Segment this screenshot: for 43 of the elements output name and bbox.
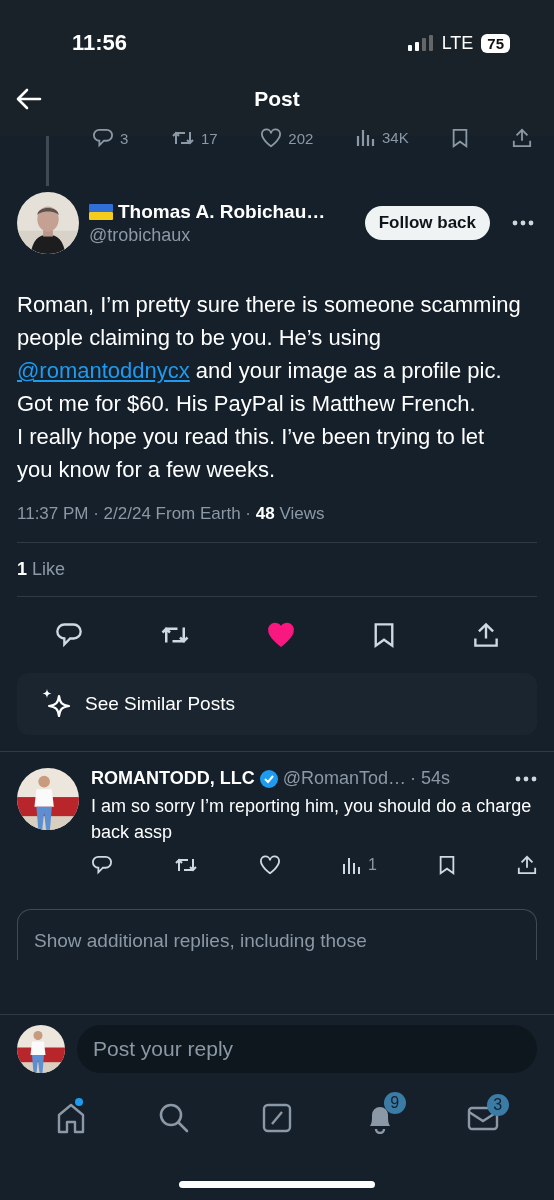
more-icon[interactable] xyxy=(512,220,534,226)
bar-chart-icon[interactable] xyxy=(342,856,363,874)
reply-icon[interactable] xyxy=(92,128,114,148)
show-more-card[interactable]: Show additional replies, including those xyxy=(17,909,537,960)
bookmark-icon[interactable] xyxy=(372,622,396,648)
action-count: 202 xyxy=(288,129,314,147)
show-more-text: Show additional replies, including those xyxy=(34,930,367,951)
author-name[interactable]: Thomas A. Robichau… xyxy=(118,200,326,223)
reply-time: · 54s xyxy=(410,768,450,789)
sparkle-icon xyxy=(41,688,73,720)
bookmark-icon[interactable] xyxy=(437,855,456,875)
notification-badge: 3 xyxy=(486,1094,509,1116)
battery-indicator: 75 xyxy=(481,33,510,53)
notification-badge: 9 xyxy=(383,1092,406,1114)
heart-icon[interactable] xyxy=(260,128,283,148)
flag-icon xyxy=(89,203,113,220)
network-label: LTE xyxy=(441,32,474,54)
action-count: 17 xyxy=(201,129,218,147)
reply-author-name[interactable]: ROMANTODD, LLC xyxy=(91,768,255,789)
post-meta: 11:37 PM · 2/2/24 From Earth · 48 Views xyxy=(16,504,326,524)
signal-icon xyxy=(407,35,434,51)
clock: 11:56 xyxy=(72,30,128,56)
compose-icon[interactable] xyxy=(262,1103,292,1133)
action-count: 34K xyxy=(382,128,409,146)
like-count[interactable]: 1 Like xyxy=(0,543,554,596)
action-count: 3 xyxy=(120,129,129,147)
see-similar-posts-button[interactable]: See Similar Posts xyxy=(17,673,537,735)
back-arrow-icon[interactable] xyxy=(16,88,42,110)
more-icon[interactable] xyxy=(515,775,537,782)
search-icon[interactable] xyxy=(158,1102,191,1134)
reply-input-field[interactable]: Post your reply xyxy=(77,1025,537,1073)
reply-icon[interactable] xyxy=(55,622,83,648)
reply-text: I am so sorry I’m reporting him, you should do a charge back assp xyxy=(91,795,533,844)
views-count: 1 xyxy=(368,856,377,874)
page-title: Post xyxy=(254,87,300,111)
share-icon[interactable] xyxy=(511,128,532,148)
bar-chart-icon[interactable] xyxy=(356,128,376,146)
post-text: Roman, I’m pretty sure there is someone scamming people claiming to be you. He’s using @romantoddnycx and your image as a profile pic. Got me for $60. His PayPal is Matthew French. I really hope you read this. I’ve been trying to let you know for a few weeks. xyxy=(16,291,522,484)
author-handle[interactable]: @trobichaux xyxy=(89,224,355,246)
mention-link[interactable]: @romantoddnycx xyxy=(17,358,190,383)
follow-back-button[interactable]: Follow back xyxy=(364,206,490,240)
reply-handle[interactable]: @RomanTod… xyxy=(282,768,406,789)
bookmark-icon[interactable] xyxy=(451,128,470,148)
